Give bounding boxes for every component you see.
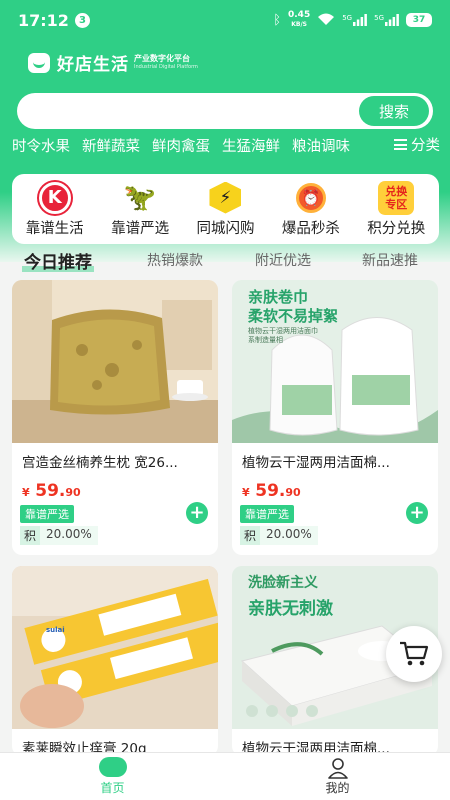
image-headline: 洗脸新主义 [248, 575, 318, 591]
battery-icon: 37 [406, 13, 432, 27]
image-headline: 亲肤卷巾 [248, 288, 309, 306]
add-to-cart-button[interactable]: + [406, 502, 428, 524]
app-name: 好店生活 [57, 55, 129, 75]
tab-nearby[interactable]: 附近优选 [255, 250, 311, 270]
quick-item-label: 靠谱生活 [25, 220, 84, 237]
lightning-icon: ⚡ [209, 181, 242, 214]
nav-home[interactable]: 首页 [0, 753, 225, 800]
category-item[interactable]: 生猛海鲜 [222, 135, 280, 156]
bottom-nav: 首页 我的 [0, 752, 450, 800]
product-price: ¥ 59.90 [242, 481, 301, 501]
k-logo-icon: K [38, 181, 71, 214]
quick-item-flash-sale[interactable]: ⏰ 爆品秒杀 [269, 181, 353, 238]
product-image [12, 280, 218, 443]
category-list: 时令水果 新鲜蔬菜 鲜肉禽蛋 生猛海鲜 粮油调味 [0, 135, 385, 156]
product-name: 宫造金丝楠养生枕 宽26... [22, 455, 178, 471]
app-tagline: 产业数字化平台 Industrial Digital Platform [134, 53, 198, 70]
home-chat-icon [98, 757, 127, 777]
nav-label: 首页 [100, 781, 125, 795]
category-item[interactable]: 鲜肉禽蛋 [152, 135, 210, 156]
product-card[interactable]: 亲肤卷巾 柔软不易掉絮 植物云干湿两用洁面巾 系制造量相 植物云干湿两用洁面棉.… [232, 280, 438, 555]
tab-today-recommend[interactable]: 今日推荐 [22, 248, 94, 273]
app-logo: 好店生活 产业数字化平台 Industrial Digital Platform [28, 50, 198, 75]
wifi-icon [317, 12, 335, 29]
tab-hot-sale[interactable]: 热销爆款 [147, 250, 203, 270]
source-tag: 靠谱严选 [240, 505, 294, 523]
quick-item-flash-buy[interactable]: ⚡ 同城闪购 [183, 181, 267, 238]
points-ratio: 积 20.00% [240, 526, 318, 545]
signal-icon: 5G [374, 14, 399, 26]
category-more-label: 分类 [411, 138, 440, 154]
quick-item-label: 同城闪购 [196, 220, 255, 237]
quick-item-points-exchange[interactable]: 兑换 专区 积分兑换 [354, 180, 438, 238]
product-card[interactable]: 宫造金丝楠养生枕 宽26... ¥ 59.90 靠谱严选 + 积 20.00% [12, 280, 218, 555]
quick-item-kaopu-select[interactable]: 🦖 靠谱严选 [98, 181, 182, 238]
menu-icon [394, 139, 407, 150]
status-icons: ᛒ 0.45 KB/S 5G 5G 37 [273, 11, 432, 29]
category-item[interactable]: 粮油调味 [292, 135, 350, 156]
product-price: ¥ 59.90 [22, 481, 81, 501]
user-icon [327, 758, 348, 779]
category-item[interactable]: 新鲜蔬菜 [82, 135, 140, 156]
quick-item-label: 靠谱严选 [111, 220, 170, 237]
status-bar: 17:12 3 ᛒ 0.45 KB/S 5G 5G 37 [0, 0, 450, 40]
category-item[interactable]: 时令水果 [12, 135, 70, 156]
source-tag: 靠谱严选 [20, 505, 74, 523]
quick-item-label: 爆品秒杀 [281, 220, 340, 237]
search-button[interactable]: 搜索 [359, 96, 429, 126]
add-to-cart-button[interactable]: + [186, 502, 208, 524]
nav-mine[interactable]: 我的 [225, 753, 450, 800]
brand-label: sulai [46, 626, 65, 634]
image-headline: 亲肤无刺激 [248, 599, 333, 619]
product-image: 亲肤卷巾 柔软不易掉絮 植物云干湿两用洁面巾 系制造量相 [232, 280, 438, 443]
net-speed: 0.45 KB/S [288, 10, 311, 29]
cart-icon [400, 641, 429, 666]
tab-new-arrivals[interactable]: 新品速推 [362, 250, 418, 270]
product-image: sulai [12, 566, 218, 729]
image-headline: 柔软不易掉絮 [248, 307, 339, 325]
bluetooth-icon: ᛒ [273, 12, 281, 28]
dinosaur-icon: 🦖 [123, 182, 157, 213]
search-bar: 搜索 [17, 93, 433, 129]
category-bar: 时令水果 新鲜蔬菜 鲜肉禽蛋 生猛海鲜 粮油调味 分类 [0, 134, 450, 156]
alarm-clock-icon: ⏰ [295, 182, 326, 213]
notification-badge: 3 [74, 12, 90, 28]
logo-icon [28, 52, 50, 73]
quick-item-kaopu-life[interactable]: K 靠谱生活 [13, 181, 97, 238]
category-more-button[interactable]: 分类 [390, 134, 440, 155]
quick-access-card: K 靠谱生活 🦖 靠谱严选 ⚡ 同城闪购 ⏰ 爆品秒杀 兑换 专区 积分兑换 [12, 174, 439, 244]
cart-float-button[interactable] [386, 626, 442, 682]
product-name: 植物云干湿两用洁面棉... [242, 455, 390, 471]
search-input[interactable] [31, 93, 351, 129]
signal-icon: 5G [342, 14, 368, 26]
points-exchange-icon: 兑换 专区 [378, 180, 415, 215]
status-time: 17:12 [18, 10, 69, 30]
product-card[interactable]: sulai 素莱瞬效止痒膏 20g [12, 566, 218, 756]
recommend-tabs: 今日推荐 热销爆款 附近优选 新品速推 [0, 248, 450, 274]
points-ratio: 积 20.00% [20, 526, 98, 545]
image-caption: 系制造量相 [248, 336, 283, 344]
quick-item-label: 积分兑换 [367, 220, 426, 237]
nav-label: 我的 [325, 781, 350, 795]
